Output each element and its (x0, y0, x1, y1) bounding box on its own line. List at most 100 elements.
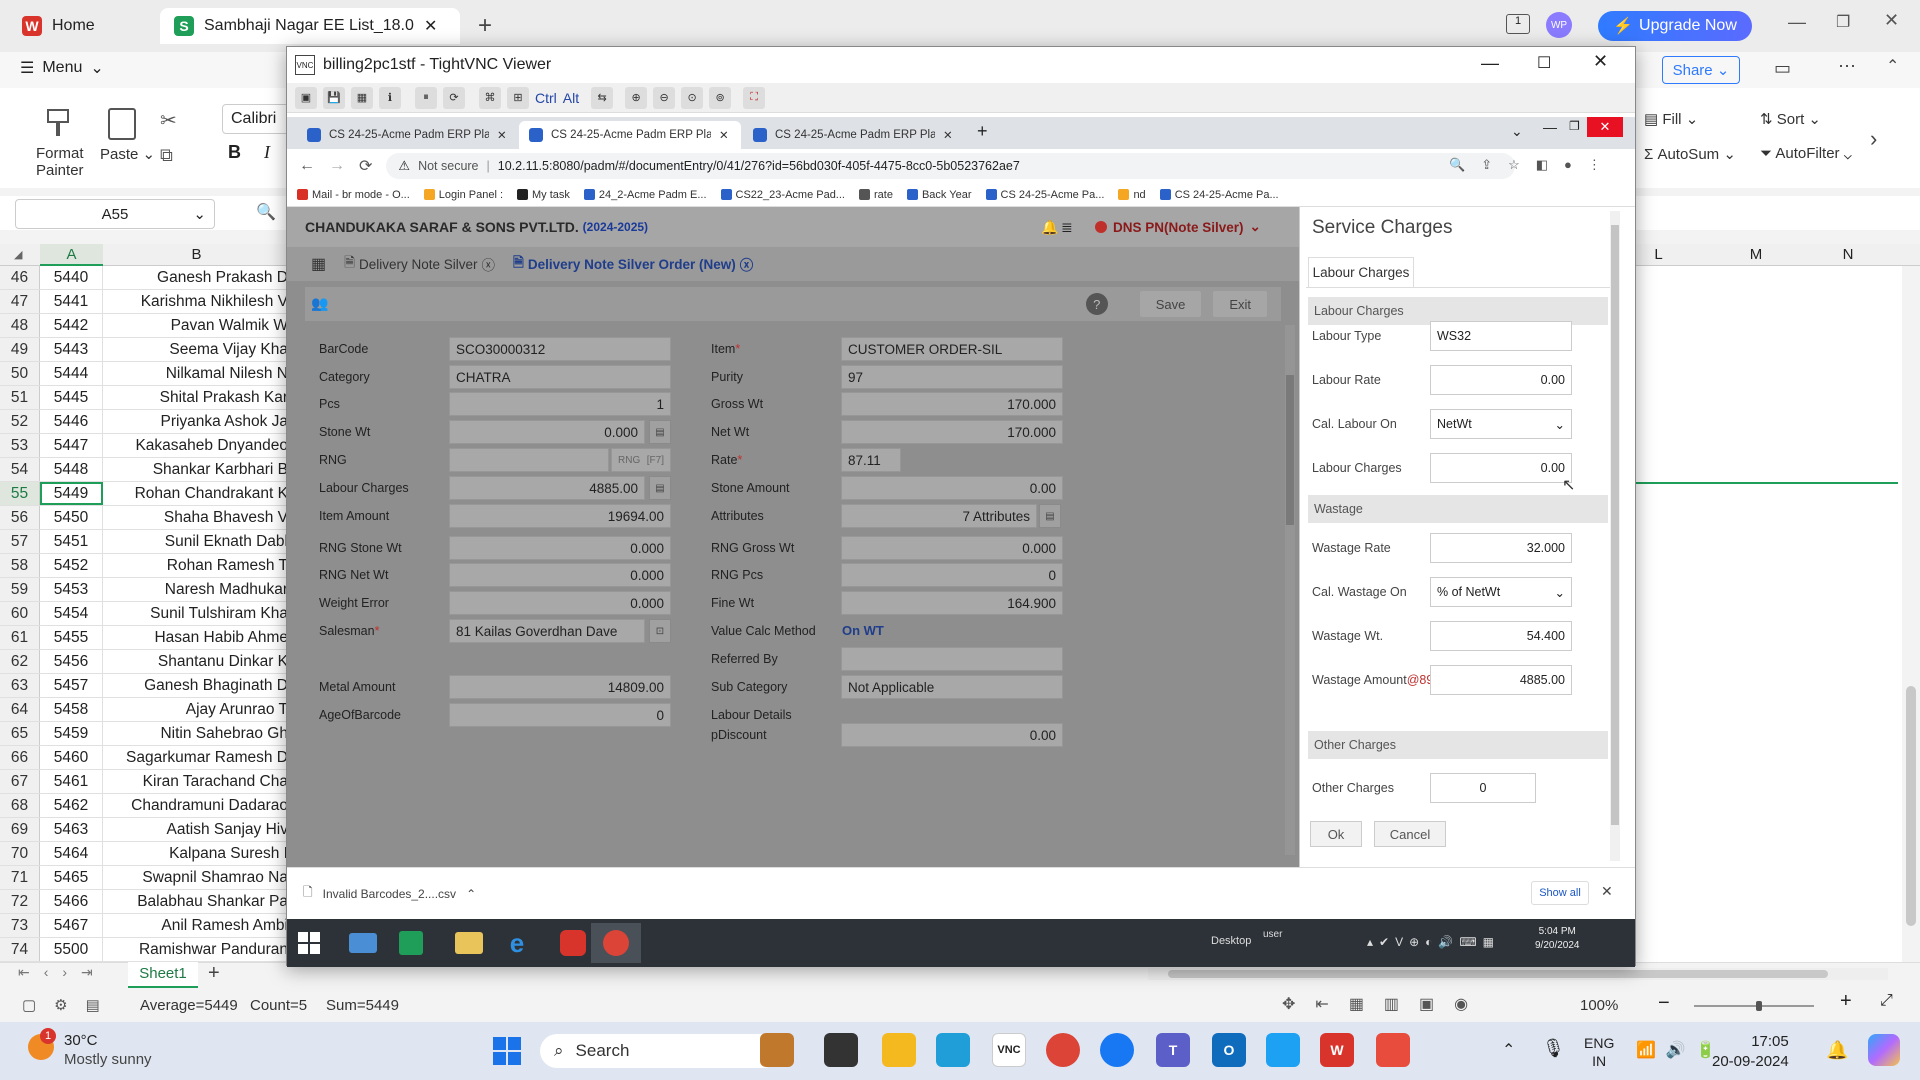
panel-scroll-thumb[interactable] (1611, 225, 1619, 825)
task-view-icon[interactable] (824, 1033, 858, 1067)
cell-b[interactable]: Kalpana Suresh I (103, 842, 290, 865)
cell-a[interactable]: 5465 (40, 866, 103, 889)
cell-b[interactable]: Priyanka Ashok Ja (103, 410, 290, 433)
bookmark-item[interactable]: Mail - br mode - O... (297, 189, 410, 201)
minimize-icon[interactable]: — (1788, 12, 1806, 33)
microphone-icon[interactable]: 🎙 (1542, 1038, 1565, 1059)
remote-start-icon[interactable] (289, 923, 329, 963)
table-row[interactable]: 58 5452 Rohan Ramesh T (0, 554, 290, 578)
table-row[interactable]: 67 5461 Kiran Tarachand Cha (0, 770, 290, 794)
labour-rate-field[interactable]: 0.00 (1430, 365, 1572, 395)
row-number[interactable]: 48 (0, 314, 40, 337)
back-icon[interactable]: ← (299, 157, 315, 175)
avatar[interactable]: WP (1546, 12, 1572, 38)
autofilter-button[interactable]: ⏷ AutoFilter ⌄ (1760, 145, 1852, 162)
exit-button[interactable]: Exit (1213, 291, 1267, 317)
font-name-select[interactable]: Calibri (222, 104, 292, 134)
cell-b[interactable]: Ajay Arunrao T (103, 698, 290, 721)
tab-delivery-note-order[interactable]: 🗎 Delivery Note Silver Order (New) ⓧ (513, 253, 753, 276)
select-all-icon[interactable]: ◢ (14, 248, 22, 261)
row-number[interactable]: 59 (0, 578, 40, 601)
transfer-icon[interactable]: ⇆ (591, 86, 614, 109)
cell-b[interactable]: Shantanu Dinkar K (103, 650, 290, 673)
vnc-taskbar-icon[interactable]: VNC (992, 1033, 1026, 1067)
field-input[interactable]: 0.000 (449, 563, 671, 587)
remote-chrome-icon[interactable] (591, 923, 641, 963)
browser-close-icon[interactable]: ✕ (1587, 117, 1623, 137)
options-icon[interactable]: ▦ (351, 86, 373, 109)
field-input[interactable]: 7 Attributes (841, 504, 1037, 528)
clock[interactable]: 17:05 20-09-2024 (1712, 1032, 1789, 1072)
browser-tab-active[interactable]: CS 24-25-Acme Padm ERP Platfo ✕ (519, 121, 741, 149)
table-row[interactable]: 51 5445 Shital Prakash Kar (0, 386, 290, 410)
cell-a[interactable]: 5464 (40, 842, 103, 865)
cut-icon[interactable]: ✂ (160, 108, 177, 133)
bookmark-item[interactable]: Login Panel : (423, 189, 503, 201)
field-input[interactable]: 4885.00 (449, 476, 645, 500)
ctrl-key-button[interactable]: Ctrl (535, 90, 557, 106)
table-row[interactable]: 70 5464 Kalpana Suresh I (0, 842, 290, 866)
remote-desktop-label[interactable]: Desktop (1211, 935, 1251, 947)
ribbon-scroll-right-icon[interactable]: › (1870, 126, 1877, 152)
panel-scrollbar[interactable] (1610, 211, 1620, 861)
reload-icon[interactable]: ⟳ (359, 156, 372, 176)
form-scrollbar[interactable] (1285, 325, 1295, 855)
vertical-scrollbar[interactable] (1902, 266, 1920, 962)
weather-text[interactable]: Mostly sunny (64, 1051, 152, 1068)
windows-start-icon[interactable] (492, 1036, 522, 1066)
field-input[interactable]: Not Applicable (841, 675, 1063, 699)
cell-a[interactable]: 5466 (40, 890, 103, 913)
bookmark-item[interactable]: Back Year (906, 189, 972, 201)
comment-icon[interactable]: ▭ (1774, 58, 1791, 79)
close-icon[interactable]: ✕ (497, 128, 507, 142)
ok-button[interactable]: Ok (1310, 821, 1362, 847)
cell-b[interactable]: Seema Vijay Kha (103, 338, 290, 361)
table-row[interactable]: 66 5460 Sagarkumar Ramesh D (0, 746, 290, 770)
fullscreen-icon[interactable]: ⛶ (743, 86, 766, 109)
table-row[interactable]: 48 5442 Pavan Walmik W (0, 314, 290, 338)
notification-bell-icon[interactable]: 🔔 (1041, 219, 1058, 236)
refresh-icon[interactable]: ⟳ (443, 86, 465, 109)
wastage-rate-field[interactable]: 32.000 (1430, 533, 1572, 563)
close-icon[interactable]: ✕ (424, 16, 437, 36)
language-indicator[interactable]: ENG IN (1584, 1034, 1614, 1070)
browser-menu-icon[interactable]: ⋮ (1588, 157, 1601, 173)
cell-b[interactable]: Chandramuni Dadarao (103, 794, 290, 817)
chevron-up-icon[interactable]: ⌃ (1502, 1040, 1515, 1060)
table-row[interactable]: 53 5447 Kakasaheb Dnyandeo (0, 434, 290, 458)
field-input[interactable]: 0.00 (841, 723, 1063, 747)
zoom-in-icon[interactable]: ⊕ (625, 86, 648, 109)
table-row[interactable]: 61 5455 Hasan Habib Ahme (0, 626, 290, 650)
remote-ie-icon[interactable]: e (497, 923, 537, 963)
cancel-button[interactable]: Cancel (1374, 821, 1446, 847)
zoom-in-icon[interactable]: + (1840, 990, 1852, 1013)
cell-b[interactable]: Kakasaheb Dnyandeo (103, 434, 290, 457)
url-input[interactable]: ⚠ Not secure | 10.2.11.5:8080/padm/#/doc… (386, 153, 1515, 179)
copy-icon[interactable]: ⧉ (160, 145, 173, 166)
fullscreen-icon[interactable]: ⤢ (1880, 992, 1893, 1010)
cell-b[interactable]: Nilkamal Nilesh N (103, 362, 290, 385)
cell-b[interactable]: Shankar Karbhari B (103, 458, 290, 481)
row-number[interactable]: 65 (0, 722, 40, 745)
cell-a[interactable]: 5453 (40, 578, 103, 601)
field-input[interactable]: 97 (841, 365, 1063, 389)
remote-tray-icons[interactable]: ▴✔V⊕◐🔊⌨▦ (1367, 935, 1500, 949)
column-a-header[interactable]: A (40, 244, 103, 266)
row-number[interactable]: 61 (0, 626, 40, 649)
lookup-icon[interactable]: ⊡ (649, 619, 671, 643)
horizontal-scrollbar[interactable] (1148, 968, 1888, 980)
table-row[interactable]: 54 5448 Shankar Karbhari B (0, 458, 290, 482)
bookmark-item[interactable]: 24_2-Acme Padm E... (583, 189, 707, 201)
cell-a[interactable]: 5461 (40, 770, 103, 793)
taskbar-search[interactable]: ⌕ Search (540, 1034, 780, 1068)
wps-home-tab[interactable]: W Home (8, 8, 156, 44)
row-number[interactable]: 69 (0, 818, 40, 841)
cell-a[interactable]: 5463 (40, 818, 103, 841)
hscroll-thumb[interactable] (1168, 970, 1828, 978)
cell-b[interactable]: Balabhau Shankar Pa (103, 890, 290, 913)
zoom-out-icon[interactable]: ⊖ (653, 86, 676, 109)
copilot-icon[interactable] (1868, 1034, 1900, 1066)
cell-a[interactable]: 5447 (40, 434, 103, 457)
cell-b[interactable]: Anil Ramesh Ambi (103, 914, 290, 937)
cell-a[interactable]: 5455 (40, 626, 103, 649)
